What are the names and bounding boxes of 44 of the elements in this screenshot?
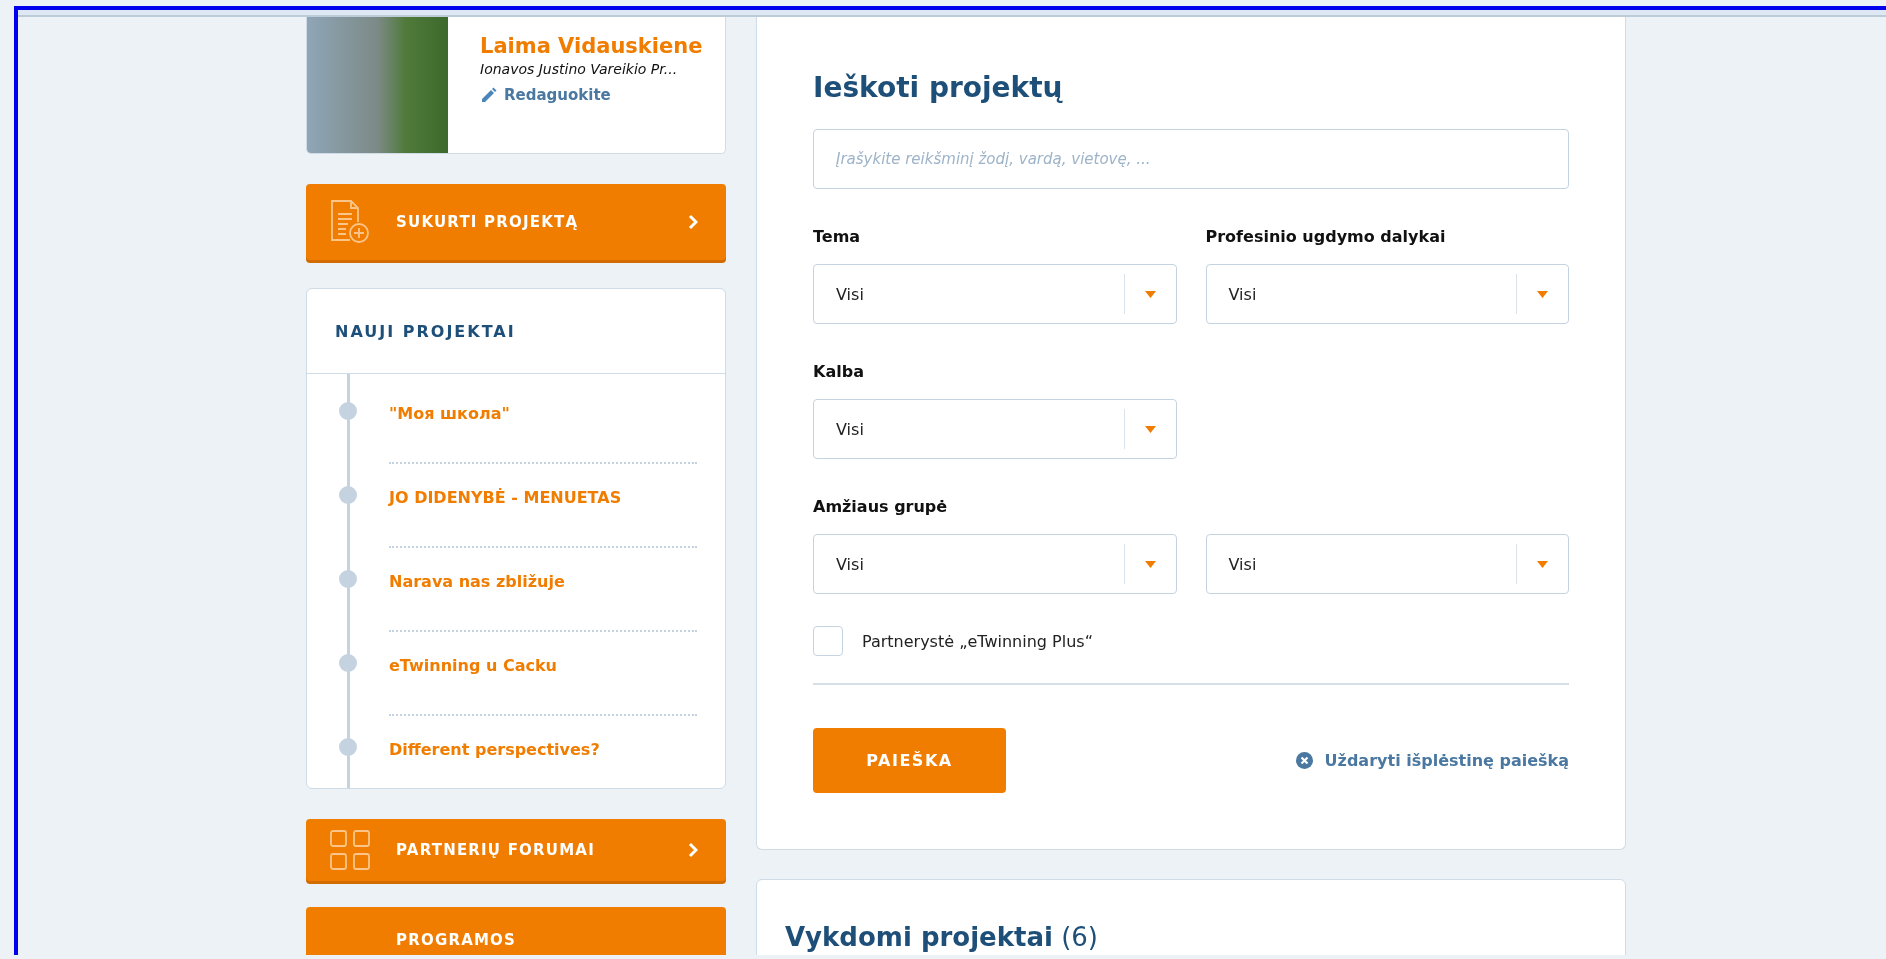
timeline-dot (339, 402, 357, 420)
timeline-dot (339, 486, 357, 504)
caret-down-icon (1537, 290, 1548, 298)
programs-button[interactable]: PROGRAMOS (306, 907, 726, 955)
profile-name[interactable]: Laima Vidauskiene (480, 34, 703, 58)
caret-down-icon (1144, 290, 1156, 298)
filter-label: Tema (813, 227, 862, 246)
chevron-right-icon (688, 214, 698, 230)
dropdown[interactable]: Visi (813, 534, 1177, 594)
filter-label: Kalba (813, 362, 865, 381)
dropdown[interactable]: Visi (1205, 264, 1569, 324)
project-link[interactable]: JO DIDENYBĖ - MENUETAS (389, 488, 622, 507)
dropdown[interactable]: Visi (813, 399, 1177, 459)
search-field[interactable]: Įrašykite reikšminį žodį, vardą, vietovę, ... (813, 129, 1569, 189)
caret-down-icon (1537, 560, 1548, 568)
close-advanced-search-link[interactable]: Uždaryti išplėstinę paiešką (1295, 751, 1569, 770)
partner-forums-button[interactable]: PARTNERIŲ FORUMAI (306, 819, 726, 881)
checkbox[interactable] (813, 626, 843, 656)
close-circle-icon (1295, 752, 1313, 769)
school-name: Ionavos Justino Vareikio Pr... (480, 61, 679, 77)
project-link[interactable]: Narava nas zbližuje (389, 572, 565, 591)
chevron-right-icon (688, 842, 698, 858)
timeline-dot (339, 570, 357, 588)
card-title: NAUJI PROJEKTAI (335, 321, 516, 341)
project-link[interactable]: Different perspectives? (389, 740, 600, 759)
checkbox-label: Partnerystė „eTwinning Plus“ (862, 631, 1093, 651)
timeline-dot (339, 738, 357, 756)
document-plus-icon (330, 200, 370, 244)
pencil-icon (480, 86, 497, 104)
caret-down-icon (1144, 425, 1156, 433)
filter-label: Profesinio ugdymo dalykai (1205, 227, 1447, 246)
dropdown[interactable]: Visi (813, 264, 1177, 324)
search-button[interactable]: PAIEŠKA (813, 728, 1006, 793)
dropdown[interactable]: Visi (1205, 534, 1569, 594)
project-link[interactable]: eTwinning u Cacku (389, 656, 557, 675)
edit-link[interactable]: Redaguokite (480, 86, 703, 104)
caret-down-icon (1144, 560, 1156, 568)
create-project-button[interactable]: SUKURTI PROJEKTĄ (306, 184, 726, 260)
search-title: Ieškoti projektų (813, 71, 1064, 104)
grid-icon (330, 830, 370, 870)
filter-label: Amžiaus grupė (813, 497, 949, 516)
timeline-dot (339, 654, 357, 672)
section-title: Vykdomi projektai (6) (785, 922, 1100, 952)
project-link[interactable]: "Моя школа" (389, 404, 510, 423)
